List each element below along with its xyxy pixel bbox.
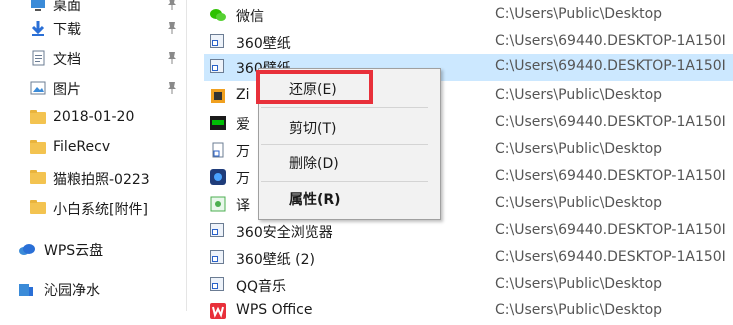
file-name: 360壁纸 (2) <box>236 252 316 268</box>
nav-item-folder[interactable]: 小白系统[附件] <box>0 194 186 222</box>
nav-label: WPS云盘 <box>44 243 104 259</box>
cloud-icon <box>18 241 35 257</box>
folder-icon <box>30 200 46 216</box>
nav-item-wps-cloud[interactable]: WPS云盘 <box>0 235 186 263</box>
pin-icon[interactable] <box>166 51 178 65</box>
shortcut-icon <box>210 223 226 239</box>
file-name: 万 <box>236 171 250 187</box>
shortcut-icon <box>210 34 226 50</box>
nav-label: 2018-01-20 <box>53 109 135 125</box>
wechat-icon <box>210 7 226 23</box>
navigation-pane: 桌面 下载 文档 图片 2018-01-20 FileRecv 猫粮拍照-022… <box>0 0 187 311</box>
file-name: WPS Office <box>236 302 313 318</box>
nav-label: 桌面 <box>53 0 81 14</box>
file-name: Zi <box>236 87 250 103</box>
nav-item-folder[interactable]: 猫粮拍照-0223 <box>0 164 186 192</box>
nav-label: 沁园净水 <box>44 283 100 299</box>
picture-icon <box>30 80 46 96</box>
nav-label: 猫粮拍照-0223 <box>53 172 150 188</box>
document-icon <box>30 50 46 66</box>
file-path: C:\Users\Public\Desktop <box>495 6 663 22</box>
nav-item-folder[interactable]: FileRecv <box>0 134 186 162</box>
file-row[interactable]: 360壁纸 (2) C:\Users\69440.DESKTOP-1A150I <box>204 245 733 272</box>
file-row[interactable]: 360安全浏览器 C:\Users\69440.DESKTOP-1A150I <box>204 218 733 245</box>
file-path: C:\Users\69440.DESKTOP-1A150I <box>495 33 726 49</box>
file-path: C:\Users\Public\Desktop <box>495 141 663 157</box>
file-path: C:\Users\Public\Desktop <box>495 276 663 292</box>
file-name: 爱 <box>236 117 250 133</box>
menu-item-delete[interactable]: 删除(D) <box>289 153 339 173</box>
menu-separator <box>261 107 428 108</box>
shortcut-icon <box>210 142 226 158</box>
nav-label: 图片 <box>53 82 81 98</box>
nav-label: FileRecv <box>53 139 111 155</box>
shortcut-icon <box>210 59 226 75</box>
menu-separator <box>261 181 428 182</box>
drive-icon <box>18 281 34 297</box>
file-name: 微信 <box>236 9 264 25</box>
folder-icon <box>30 170 46 186</box>
wps-icon <box>210 303 226 319</box>
file-name: 万 <box>236 144 250 160</box>
highlight-box <box>256 70 373 104</box>
pin-icon[interactable] <box>166 0 178 11</box>
file-row[interactable]: 微信 C:\Users\Public\Desktop <box>204 2 733 29</box>
nav-label: 下载 <box>53 22 81 38</box>
folder-icon <box>30 110 46 126</box>
menu-item-cut[interactable]: 剪切(T) <box>289 118 336 138</box>
app-icon <box>210 169 226 185</box>
iqiyi-icon <box>210 115 226 131</box>
file-path: C:\Users\69440.DESKTOP-1A150I <box>495 222 726 238</box>
file-name: 360壁纸 <box>236 36 291 52</box>
file-row[interactable]: WPS Office C:\Users\Public\Desktop <box>204 298 733 325</box>
menu-separator <box>261 144 428 145</box>
nav-label: 文档 <box>53 52 81 68</box>
nav-label: 小白系统[附件] <box>53 202 148 218</box>
file-row[interactable]: QQ音乐 C:\Users\Public\Desktop <box>204 272 733 299</box>
file-path: C:\Users\Public\Desktop <box>495 87 663 103</box>
desktop-icon <box>30 0 46 12</box>
shortcut-icon <box>210 277 226 293</box>
file-path: C:\Users\69440.DESKTOP-1A150I <box>495 114 726 130</box>
file-path: C:\Users\Public\Desktop <box>495 302 663 318</box>
file-name: QQ音乐 <box>236 279 287 295</box>
nav-item-documents[interactable]: 文档 <box>0 44 186 72</box>
pin-icon[interactable] <box>166 21 178 35</box>
menu-item-properties[interactable]: 属性(R) <box>289 189 341 209</box>
file-path: C:\Users\69440.DESKTOP-1A150I <box>495 168 726 184</box>
shortcut-icon <box>210 250 226 266</box>
file-name: 译 <box>236 198 250 214</box>
file-path: C:\Users\69440.DESKTOP-1A150I <box>495 249 726 265</box>
nav-item-downloads[interactable]: 下载 <box>0 14 186 42</box>
folder-icon <box>30 140 46 156</box>
nav-item-folder[interactable]: 2018-01-20 <box>0 104 186 132</box>
file-row[interactable]: 360壁纸 C:\Users\69440.DESKTOP-1A150I <box>204 29 733 56</box>
translate-icon <box>210 196 226 212</box>
file-path: C:\Users\69440.DESKTOP-1A150I <box>495 58 726 74</box>
nav-item-pictures[interactable]: 图片 <box>0 74 186 102</box>
pin-icon[interactable] <box>166 81 178 95</box>
download-icon <box>30 20 46 36</box>
app-icon <box>210 88 226 104</box>
file-path: C:\Users\Public\Desktop <box>495 195 663 211</box>
nav-item-drive[interactable]: 沁园净水 <box>0 275 186 303</box>
file-name: 360安全浏览器 <box>236 225 333 241</box>
